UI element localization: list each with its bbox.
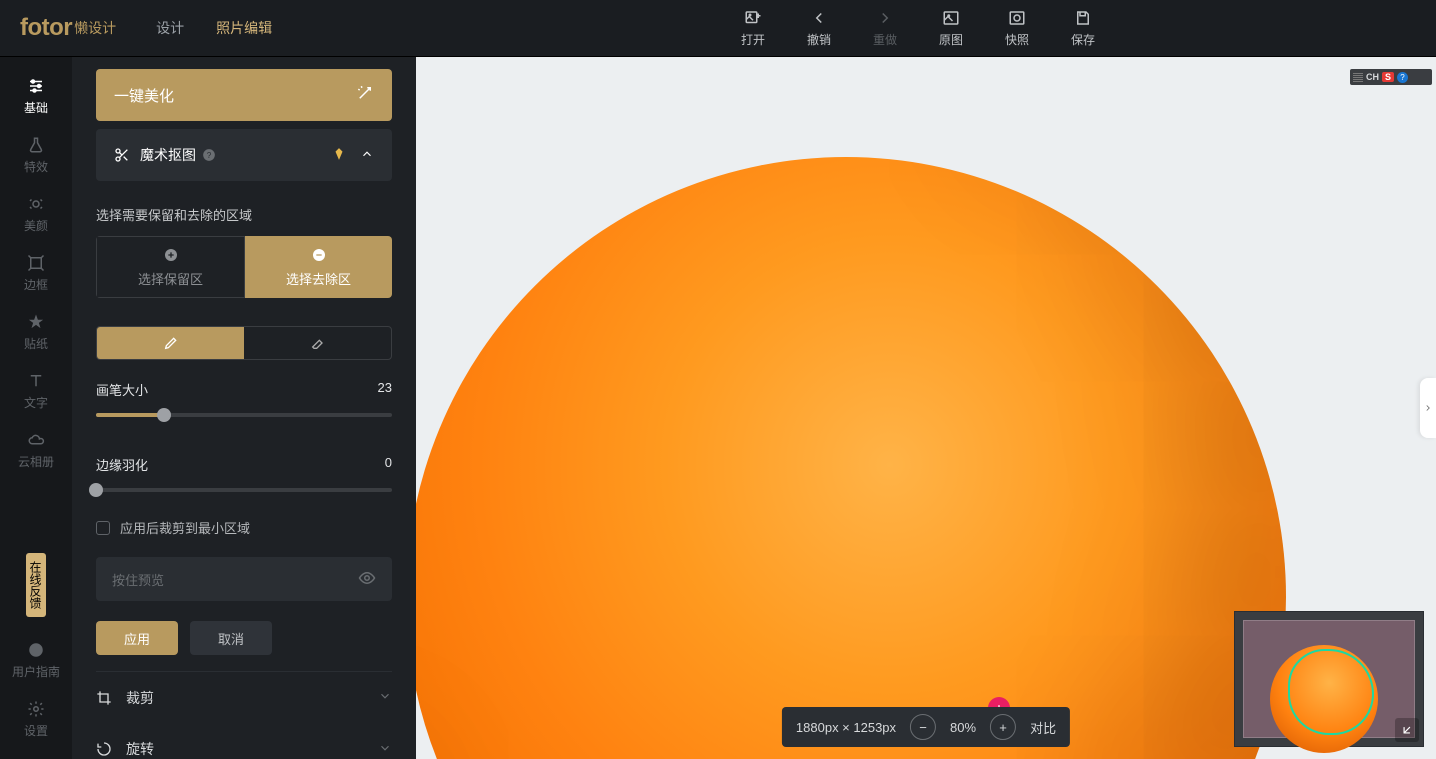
sliders-icon — [27, 77, 45, 95]
star-icon — [27, 313, 45, 331]
save-icon — [1074, 9, 1092, 27]
brush-size-slider[interactable] — [96, 413, 392, 417]
text-icon — [27, 372, 45, 390]
chevron-up-icon — [360, 147, 374, 164]
sidebar-item-text[interactable]: 文字 — [0, 362, 72, 421]
canvas-viewport[interactable]: 1880px × 1253px − 80% + 对比 CH S ? — [416, 57, 1436, 759]
zoom-out-button[interactable]: − — [910, 714, 936, 740]
keep-region-button[interactable]: 选择保留区 — [96, 236, 245, 298]
magic-cutout-accordion[interactable]: 魔术抠图 ? — [96, 129, 392, 181]
feather-label: 边缘羽化 — [96, 455, 148, 474]
controls-panel: 一键美化 魔术抠图 ? 选择需要保留和去除的区域 选择保留区 选择去除区 — [72, 57, 416, 759]
gear-icon — [27, 700, 45, 718]
zoom-controls: 1880px × 1253px − 80% + 对比 — [782, 707, 1070, 747]
fotor-wordmark: fotor — [20, 14, 72, 42]
zoom-level: 80% — [950, 720, 976, 735]
wand-icon — [356, 84, 374, 106]
sidebar-item-settings[interactable]: 设置 — [0, 690, 72, 749]
crop-icon — [96, 690, 112, 706]
rotate-icon — [96, 741, 112, 757]
feather-slider[interactable] — [96, 488, 392, 492]
image-plus-icon — [744, 9, 762, 27]
open-button[interactable]: 打开 — [720, 9, 786, 48]
sidebar-item-frame[interactable]: 边框 — [0, 244, 72, 303]
snapshot-button[interactable]: 快照 — [984, 9, 1050, 48]
cancel-button[interactable]: 取消 — [190, 621, 272, 655]
canvas-dimensions: 1880px × 1253px — [796, 720, 896, 735]
redo-icon — [876, 9, 894, 27]
brush-tool-button[interactable] — [97, 327, 244, 359]
svg-text:?: ? — [207, 151, 212, 160]
sidebar-item-effects[interactable]: 特效 — [0, 126, 72, 185]
undo-button[interactable]: 撤销 — [786, 9, 852, 48]
plus-circle-icon — [163, 247, 179, 263]
sidebar-item-guide[interactable]: 用户指南 — [0, 631, 72, 690]
collapse-icon — [1400, 723, 1414, 737]
image-icon — [942, 9, 960, 27]
rotate-accordion[interactable]: 旋转 — [96, 723, 392, 759]
ime-help-icon[interactable]: ? — [1397, 72, 1408, 83]
ime-lang: CH — [1366, 72, 1379, 82]
premium-diamond-icon — [332, 147, 346, 164]
minimap-collapse-button[interactable] — [1395, 718, 1419, 742]
right-drawer-handle[interactable] — [1420, 378, 1436, 438]
nav-photo-edit[interactable]: 照片编辑 — [216, 18, 272, 38]
pencil-icon — [163, 335, 179, 351]
feather-value: 0 — [385, 455, 392, 474]
nav-design[interactable]: 设计 — [156, 18, 184, 38]
minimap-selection-overlay — [1288, 649, 1374, 735]
crop-to-min-checkbox[interactable]: 应用后裁剪到最小区域 — [96, 518, 392, 537]
chevron-down-icon — [378, 741, 392, 758]
sidebar-item-beauty[interactable]: 美颜 — [0, 185, 72, 244]
fotor-tagline: 懒设计 — [74, 18, 116, 38]
eye-icon — [358, 569, 376, 590]
ime-engine: S — [1382, 72, 1394, 82]
compare-button[interactable]: 对比 — [1030, 718, 1056, 737]
eraser-icon — [310, 335, 326, 351]
brush-size-label: 画笔大小 — [96, 380, 148, 399]
select-region-caption: 选择需要保留和去除的区域 — [96, 205, 392, 224]
one-click-beautify-button[interactable]: 一键美化 — [96, 69, 392, 121]
brush-eraser-toggle — [96, 326, 392, 360]
zoom-in-button[interactable]: + — [990, 714, 1016, 740]
sidebar-item-sticker[interactable]: 贴纸 — [0, 303, 72, 362]
original-button[interactable]: 原图 — [918, 9, 984, 48]
ime-indicator[interactable]: CH S ? — [1350, 69, 1432, 85]
eraser-tool-button[interactable] — [244, 327, 391, 359]
ime-grip-icon — [1353, 72, 1363, 82]
sidebar-item-cloud[interactable]: 云相册 — [0, 421, 72, 480]
beauty-icon — [27, 195, 45, 213]
apply-button[interactable]: 应用 — [96, 621, 178, 655]
chevron-right-icon — [1423, 403, 1433, 413]
cloud-icon — [27, 431, 45, 449]
hold-preview-button[interactable]: 按住预览 — [96, 557, 392, 601]
camera-icon — [1008, 9, 1026, 27]
flask-icon — [27, 136, 45, 154]
minimap-viewport-rect[interactable] — [1243, 620, 1415, 738]
crop-accordion[interactable]: 裁剪 — [96, 671, 392, 723]
sidebar-item-basic[interactable]: 基础 — [0, 67, 72, 126]
help-icon[interactable]: ? — [202, 148, 216, 162]
minus-circle-icon — [311, 247, 327, 263]
scissors-icon — [114, 147, 130, 163]
app-logo[interactable]: fotor 懒设计 — [20, 14, 116, 42]
remove-region-button[interactable]: 选择去除区 — [245, 236, 392, 298]
edited-image[interactable] — [416, 157, 1286, 759]
redo-button[interactable]: 重做 — [852, 9, 918, 48]
frame-icon — [27, 254, 45, 272]
save-button[interactable]: 保存 — [1050, 9, 1116, 48]
undo-icon — [810, 9, 828, 27]
checkbox-icon — [96, 521, 110, 535]
chevron-down-icon — [378, 689, 392, 706]
online-feedback-button[interactable]: 在线反馈 — [26, 553, 46, 617]
info-icon — [27, 641, 45, 659]
navigator-minimap[interactable] — [1234, 611, 1424, 747]
brush-size-value: 23 — [378, 380, 392, 399]
